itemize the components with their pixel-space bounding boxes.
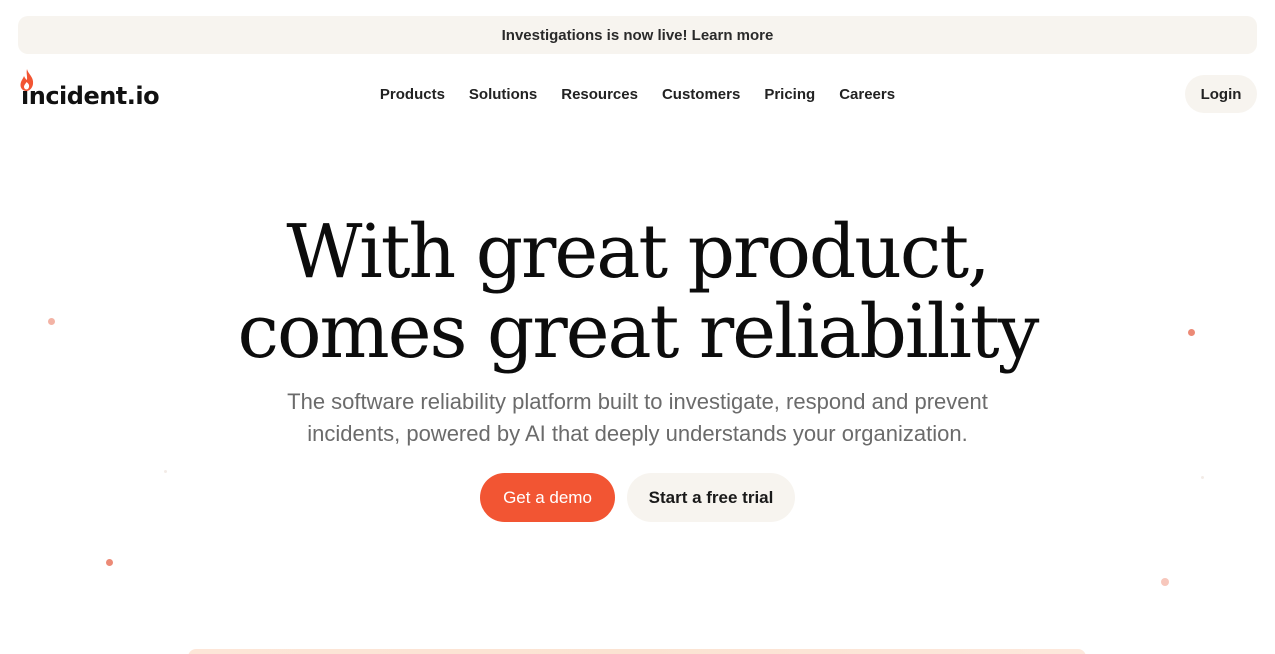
nav-item-pricing[interactable]: Pricing (764, 82, 815, 107)
announcement-banner[interactable]: Investigations is now live! Learn more (18, 16, 1257, 54)
get-demo-button[interactable]: Get a demo (480, 473, 615, 522)
hero-title-line1: With great product, (286, 209, 990, 295)
flame-icon (20, 69, 34, 91)
decor-dot (1161, 578, 1169, 586)
nav-item-solutions[interactable]: Solutions (469, 82, 537, 107)
brand-name: incident.io (21, 82, 160, 110)
hero-subtitle: The software reliability platform built … (0, 386, 1275, 450)
nav-item-customers[interactable]: Customers (662, 82, 740, 107)
login-button[interactable]: Login (1185, 75, 1257, 113)
main-nav: Products Solutions Resources Customers P… (0, 82, 1275, 107)
decor-dot (106, 559, 113, 566)
hero-title: With great product, comes great reliabil… (0, 212, 1275, 372)
hero-subtitle-line2: incidents, powered by AI that deeply und… (307, 421, 968, 446)
nav-item-resources[interactable]: Resources (561, 82, 638, 107)
decor-dot (164, 470, 167, 473)
decor-dot (1188, 329, 1195, 336)
nav-item-careers[interactable]: Careers (839, 82, 895, 107)
announcement-text: Investigations is now live! Learn more (501, 26, 774, 44)
decor-dot (48, 318, 55, 325)
brand-logo[interactable]: incident.io (18, 68, 160, 110)
product-preview-edge (188, 649, 1086, 654)
decor-dot (1201, 476, 1204, 479)
hero-title-line2: comes great reliability (237, 289, 1040, 375)
nav-item-products[interactable]: Products (380, 82, 445, 107)
hero-subtitle-line1: The software reliability platform built … (287, 389, 988, 414)
free-trial-button[interactable]: Start a free trial (627, 473, 795, 522)
